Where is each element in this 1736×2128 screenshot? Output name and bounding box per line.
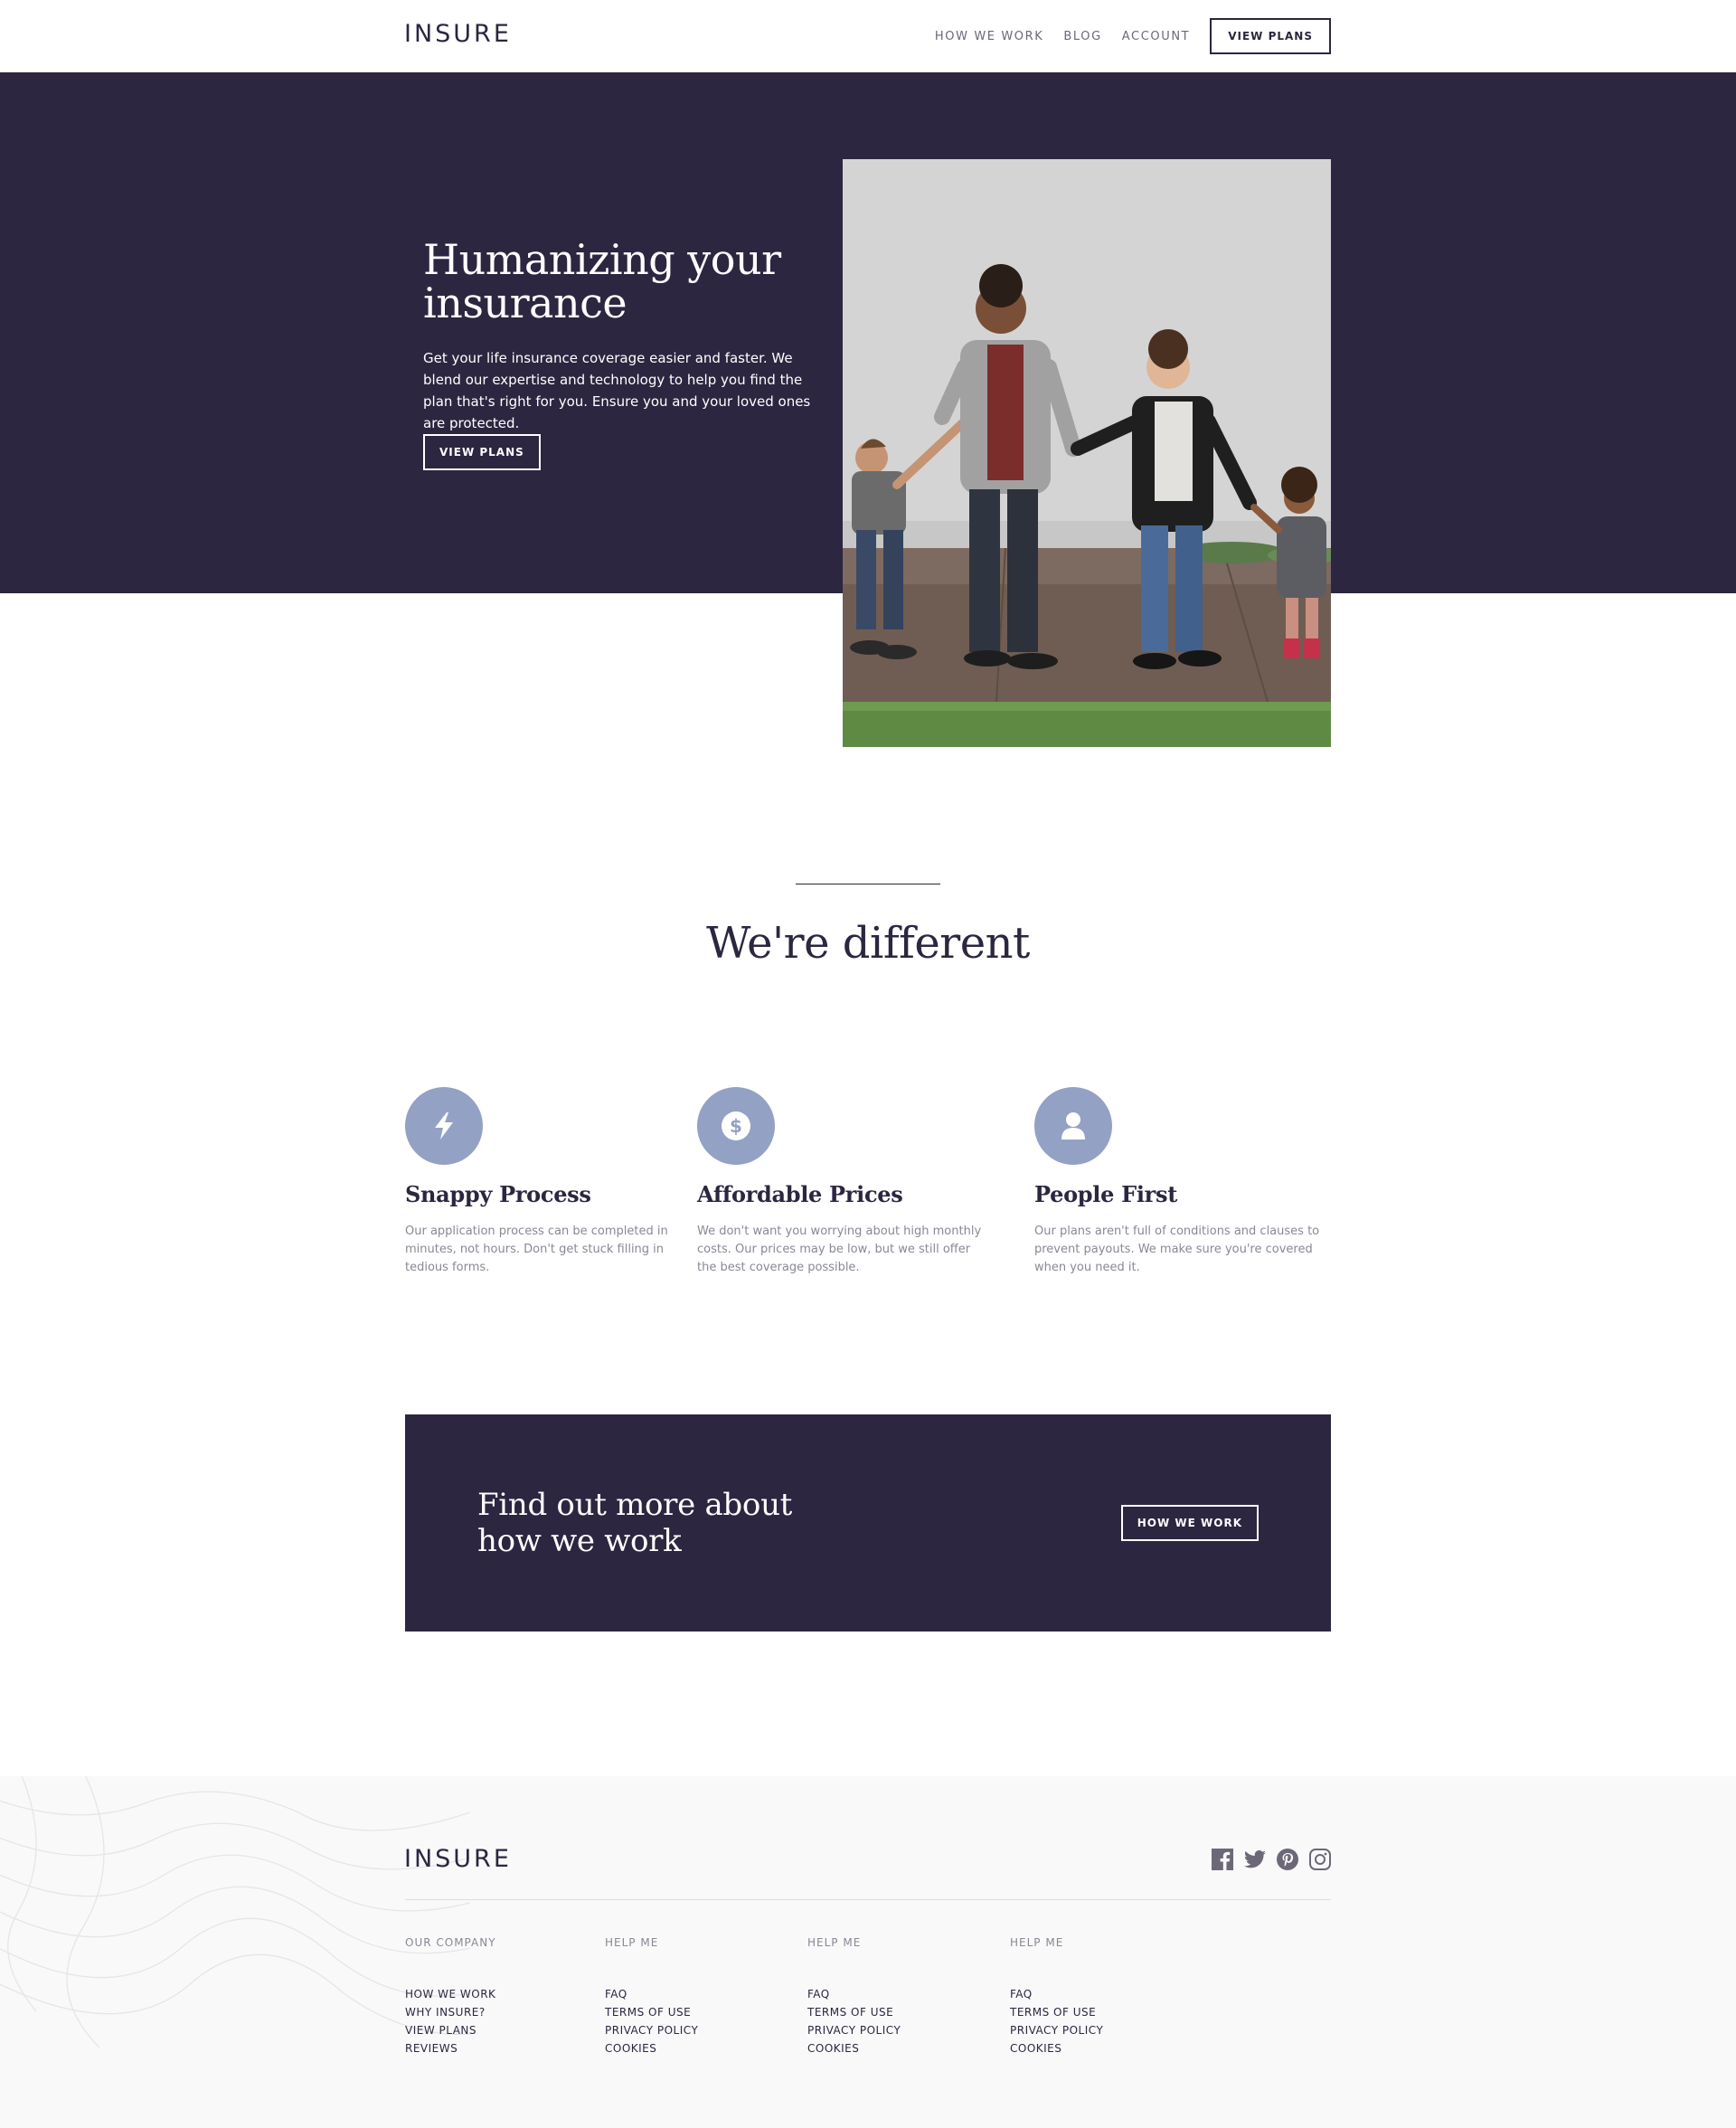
cta-banner: Find out more about how we work HOW WE W… [405, 1414, 1331, 1631]
footer-link-terms-of-use[interactable]: TERMS OF USE [1010, 2003, 1191, 2021]
footer-links: FAQ TERMS OF USE PRIVACY POLICY COOKIES [605, 1985, 786, 2057]
footer-link-view-plans[interactable]: VIEW PLANS [405, 2021, 586, 2039]
footer-divider [405, 1899, 1331, 1900]
hero-family-photo [843, 159, 1331, 747]
footer-link-why-insure[interactable]: WHY INSURE? [405, 2003, 586, 2021]
footer-column-heading: OUR COMPANY [405, 1936, 496, 1949]
family-illustration [843, 159, 1331, 747]
nav-blog[interactable]: BLOG [1063, 30, 1101, 43]
footer-link-privacy-policy[interactable]: PRIVACY POLICY [807, 2021, 988, 2039]
affordable-prices-icon: $ [697, 1087, 775, 1165]
how-we-work-button[interactable]: HOW WE WORK [1120, 1505, 1259, 1541]
footer-link-cookies[interactable]: COOKIES [605, 2039, 786, 2057]
snappy-process-icon [405, 1087, 483, 1165]
footer-link-faq[interactable]: FAQ [605, 1985, 786, 2003]
people-first-icon [1034, 1087, 1112, 1165]
twitter-icon[interactable] [1244, 1849, 1266, 1870]
footer-link-terms-of-use[interactable]: TERMS OF USE [605, 2003, 786, 2021]
footer-links: FAQ TERMS OF USE PRIVACY POLICY COOKIES [1010, 1985, 1191, 2057]
footer-column-help-me: HELP ME FAQ TERMS OF USE PRIVACY POLICY … [807, 1936, 988, 2057]
footer-link-faq[interactable]: FAQ [1010, 1985, 1191, 2003]
footer-links: FAQ TERMS OF USE PRIVACY POLICY COOKIES [807, 1985, 988, 2057]
footer-column-heading: HELP ME [605, 1936, 659, 1949]
hero-description: Get your life insurance coverage easier … [423, 350, 811, 431]
feature-people-first: People First Our plans aren't full of co… [1034, 1087, 1324, 1277]
feature-description: Our application process can be completed… [405, 1225, 668, 1274]
footer-pattern [0, 1776, 470, 2048]
footer-link-terms-of-use[interactable]: TERMS OF USE [807, 2003, 988, 2021]
feature-title: Snappy Process [405, 1181, 591, 1207]
feature-title: Affordable Prices [697, 1181, 903, 1207]
social-links [1212, 1849, 1331, 1870]
nav-account[interactable]: ACCOUNT [1122, 30, 1190, 43]
footer-link-privacy-policy[interactable]: PRIVACY POLICY [605, 2021, 786, 2039]
footer-column-heading: HELP ME [807, 1936, 862, 1949]
section-title: We're different [706, 918, 1030, 969]
feature-snappy-process: Snappy Process Our application process c… [405, 1087, 694, 1277]
svg-text:$: $ [730, 1115, 742, 1137]
main-nav: HOW WE WORK BLOG ACCOUNT VIEW PLANS [935, 18, 1331, 54]
page: INSURE HOW WE WORK BLOG ACCOUNT VIEW PLA… [0, 0, 1736, 2128]
view-plans-button[interactable]: VIEW PLANS [1210, 18, 1331, 54]
footer-column-our-company: OUR COMPANY HOW WE WORK WHY INSURE? VIEW… [405, 1936, 586, 2057]
footer-link-cookies[interactable]: COOKIES [1010, 2039, 1191, 2057]
hero-view-plans-button[interactable]: VIEW PLANS [423, 434, 541, 470]
facebook-icon[interactable] [1212, 1849, 1233, 1870]
pinterest-icon[interactable] [1277, 1849, 1298, 1870]
cta-title: Find out more about how we work [477, 1487, 793, 1559]
footer-logo[interactable]: INSURE [404, 1845, 512, 1873]
site-footer: INSURE OUR COMPANY HOW WE WORK WHY INSUR… [0, 1776, 1736, 2128]
site-header: INSURE HOW WE WORK BLOG ACCOUNT VIEW PLA… [0, 0, 1736, 72]
logo[interactable]: INSURE [404, 20, 512, 48]
nav-how-we-work[interactable]: HOW WE WORK [935, 30, 1043, 43]
footer-column-help-me: HELP ME FAQ TERMS OF USE PRIVACY POLICY … [1010, 1936, 1191, 2057]
footer-link-privacy-policy[interactable]: PRIVACY POLICY [1010, 2021, 1191, 2039]
feature-description: We don't want you worrying about high mo… [697, 1225, 982, 1274]
footer-link-reviews[interactable]: REVIEWS [405, 2039, 586, 2057]
feature-description: Our plans aren't full of conditions and … [1034, 1225, 1320, 1274]
instagram-icon[interactable] [1309, 1849, 1331, 1870]
feature-affordable-prices: $ Affordable Prices We don't want you wo… [697, 1087, 986, 1277]
footer-link-how-we-work[interactable]: HOW WE WORK [405, 1985, 586, 2003]
hero-title: Humanizing your insurance [423, 235, 781, 327]
footer-links: HOW WE WORK WHY INSURE? VIEW PLANS REVIE… [405, 1985, 586, 2057]
feature-title: People First [1034, 1181, 1178, 1207]
footer-link-faq[interactable]: FAQ [807, 1985, 988, 2003]
footer-column-heading: HELP ME [1010, 1936, 1064, 1949]
footer-column-help-me: HELP ME FAQ TERMS OF USE PRIVACY POLICY … [605, 1936, 786, 2057]
footer-link-cookies[interactable]: COOKIES [807, 2039, 988, 2057]
